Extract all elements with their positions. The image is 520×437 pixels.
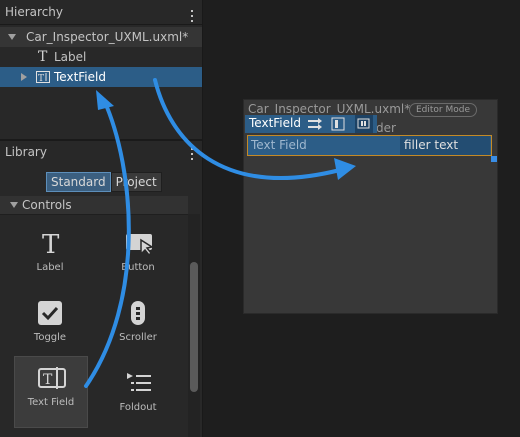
annotation-arrows: [84, 78, 356, 388]
drag-arrow-up: [84, 98, 131, 388]
drag-arrow-right: [153, 78, 342, 180]
arrow-head-up-icon: [96, 90, 114, 110]
arrow-head-right-icon: [334, 158, 356, 180]
